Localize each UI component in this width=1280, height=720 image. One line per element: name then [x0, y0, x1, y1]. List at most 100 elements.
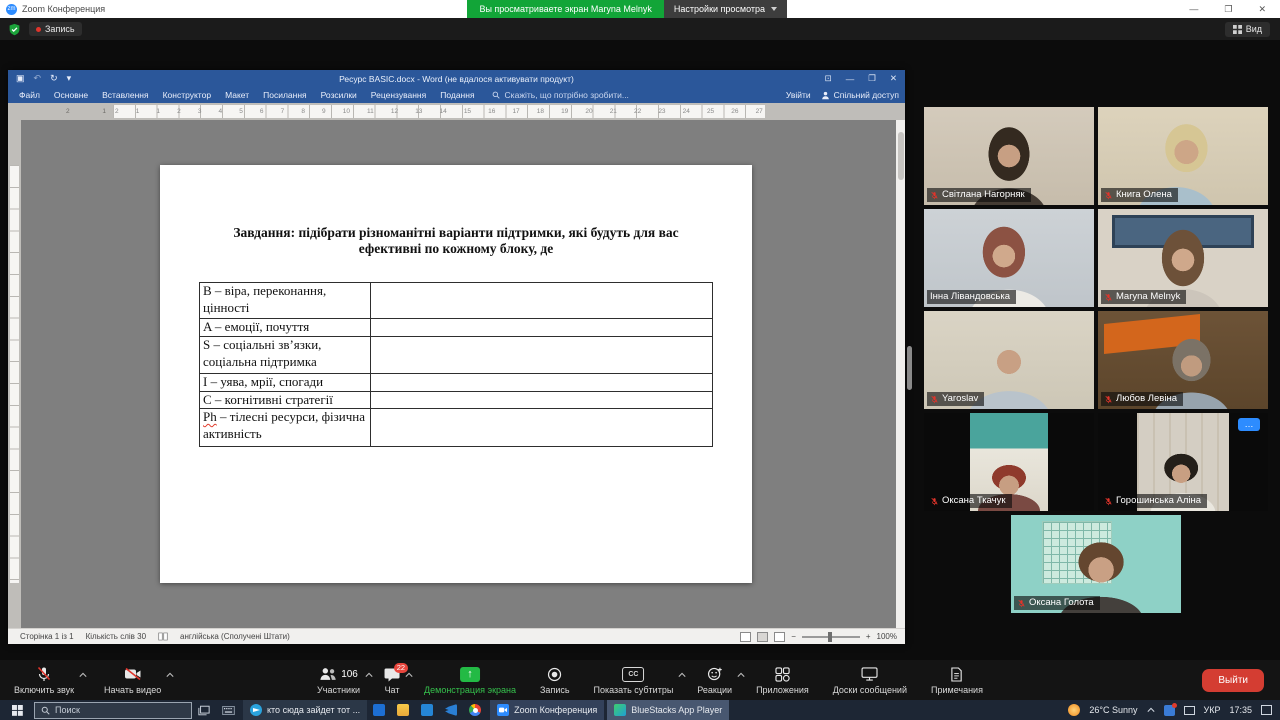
chevron-up-icon[interactable]: [737, 672, 745, 678]
tab-design[interactable]: Конструктор: [156, 87, 218, 103]
action-center-icon[interactable]: [1261, 705, 1272, 715]
tab-file[interactable]: Файл: [12, 87, 47, 103]
zoom-in-button[interactable]: +: [866, 632, 871, 641]
close-button[interactable]: ✕: [1258, 4, 1266, 15]
chevron-up-icon[interactable]: [678, 672, 686, 678]
participant-tile[interactable]: Книга Олена: [1098, 107, 1268, 205]
web-layout-icon[interactable]: [774, 632, 785, 642]
tab-insert[interactable]: Вставлення: [95, 87, 155, 103]
leave-meeting-button[interactable]: Выйти: [1202, 669, 1264, 692]
chevron-up-icon[interactable]: [405, 672, 413, 678]
start-video-button[interactable]: Начать видео: [104, 666, 161, 695]
taskbar-app-mail[interactable]: [367, 700, 391, 720]
tab-layout[interactable]: Макет: [218, 87, 256, 103]
chevron-up-icon[interactable]: [79, 672, 87, 678]
weather-sun-icon[interactable]: [1068, 704, 1080, 716]
chat-button[interactable]: 22 Чат: [384, 666, 400, 695]
tile-more-button[interactable]: …: [1238, 418, 1260, 431]
reactions-button[interactable]: Реакции: [697, 666, 732, 695]
word-scrollbar[interactable]: [896, 120, 905, 628]
notes-button[interactable]: Примечания: [931, 666, 983, 695]
chevron-up-icon[interactable]: [166, 672, 174, 678]
language-indicator[interactable]: англійська (Сполучені Штати): [180, 632, 290, 641]
tab-home[interactable]: Основне: [47, 87, 95, 103]
ribbon-options-icon[interactable]: ⊡: [825, 73, 832, 84]
zoom-out-button[interactable]: −: [791, 632, 796, 641]
vertical-ruler: [8, 120, 21, 628]
tab-view[interactable]: Подання: [433, 87, 481, 103]
tray-telegram-icon[interactable]: [1164, 705, 1175, 716]
zoom-logo-icon: zm: [6, 4, 17, 15]
clock[interactable]: 17:35: [1229, 705, 1252, 715]
proofing-icon[interactable]: [158, 632, 168, 641]
tab-references[interactable]: Посилання: [256, 87, 314, 103]
read-mode-icon[interactable]: [740, 632, 751, 642]
participant-tile[interactable]: Yaroslav: [924, 311, 1094, 409]
word-restore-button[interactable]: ❐: [868, 73, 876, 84]
document-page[interactable]: Завдання: підібрати різноманітні варіант…: [160, 165, 752, 583]
qat-customize-icon[interactable]: ▾: [67, 73, 72, 84]
taskbar-app-explorer[interactable]: [391, 700, 415, 720]
tray-display-icon[interactable]: [1184, 706, 1195, 715]
taskbar-window-zoom[interactable]: Zoom Конференция: [490, 700, 604, 720]
zoom-percent[interactable]: 100%: [877, 632, 897, 641]
participant-tile[interactable]: … Горошинська Аліна: [1098, 413, 1268, 511]
minimize-button[interactable]: —: [1189, 4, 1198, 14]
participant-tile[interactable]: Любов Левіна: [1098, 311, 1268, 409]
zoom-slider[interactable]: [802, 636, 860, 638]
captions-button[interactable]: CC Показать субтитры: [594, 666, 674, 695]
taskbar-app-photos[interactable]: [415, 700, 439, 720]
tab-review[interactable]: Рецензування: [364, 87, 433, 103]
tray-expand-icon[interactable]: [1147, 707, 1155, 713]
taskbar-app-chrome[interactable]: [463, 700, 487, 720]
word-minimize-button[interactable]: —: [846, 74, 855, 84]
zoom-slider-thumb[interactable]: [828, 632, 832, 642]
participant-tile[interactable]: Maryna Melnyk: [1098, 209, 1268, 307]
sign-in-button[interactable]: Увійти: [786, 90, 811, 100]
undo-icon[interactable]: ↶: [34, 73, 42, 84]
tell-me-search[interactable]: Скажіть, що потрібно зробити...: [492, 90, 629, 100]
table-cell-label: I – уява, мрії, спогади: [200, 374, 371, 392]
taskbar-window-telegram[interactable]: кто сюда зайдет тот ...: [243, 700, 367, 720]
weather-text[interactable]: 26°C Sunny: [1089, 705, 1137, 715]
participant-tile-active-speaker[interactable]: Інна Лівандовська: [924, 209, 1094, 307]
page-indicator[interactable]: Сторінка 1 із 1: [20, 632, 74, 641]
start-button[interactable]: [0, 700, 34, 720]
participant-tile[interactable]: Оксана Ткачук: [924, 413, 1094, 511]
word-count[interactable]: Кількість слів 30: [86, 632, 146, 641]
participant-name-label: Yaroslav: [927, 392, 984, 406]
share-button[interactable]: Спільний доступ: [821, 90, 899, 100]
view-settings-button[interactable]: Настройки просмотра: [664, 0, 787, 18]
taskbar-app-vscode[interactable]: [439, 700, 463, 720]
muted-mic-icon: [1104, 497, 1113, 506]
muted-mic-icon: [930, 497, 939, 506]
word-scrollbar-thumb[interactable]: [898, 132, 904, 180]
chevron-up-icon[interactable]: [365, 672, 373, 678]
maximize-button[interactable]: ❐: [1224, 4, 1232, 15]
task-view-button[interactable]: [192, 700, 216, 720]
participant-tile[interactable]: Оксана Голота: [1011, 515, 1181, 613]
word-close-button[interactable]: ✕: [890, 73, 897, 84]
table-cell-empty: [371, 319, 713, 337]
touch-keyboard-button[interactable]: [216, 700, 240, 720]
share-screen-button[interactable]: ↑ Демонстрация экрана: [424, 666, 516, 695]
search-placeholder: Поиск: [55, 705, 80, 715]
apps-button[interactable]: Приложения: [756, 666, 809, 695]
tab-mailings[interactable]: Розсилки: [314, 87, 364, 103]
document-heading: Завдання: підібрати різноманітні варіант…: [160, 225, 752, 257]
taskbar-search-input[interactable]: Поиск: [34, 702, 192, 719]
record-button[interactable]: Запись: [540, 666, 570, 695]
save-icon[interactable]: ▣: [16, 73, 25, 84]
whiteboards-button[interactable]: Доски сообщений: [833, 666, 907, 695]
language-indicator[interactable]: УКР: [1204, 705, 1221, 715]
print-layout-icon[interactable]: [757, 632, 768, 642]
redo-icon[interactable]: ↻: [50, 73, 58, 84]
unmute-button[interactable]: Включить звук: [14, 666, 74, 695]
participants-button[interactable]: 106 Участники: [317, 666, 360, 695]
participant-tile[interactable]: Світлана Нагорняк: [924, 107, 1094, 205]
telegram-window-title: кто сюда зайдет тот ...: [267, 705, 360, 715]
view-button[interactable]: Вид: [1225, 22, 1270, 37]
cc-icon: CC: [622, 667, 644, 682]
stage-scrollbar-thumb[interactable]: [907, 346, 912, 390]
taskbar-window-bluestacks[interactable]: BlueStacks App Player: [607, 700, 729, 720]
